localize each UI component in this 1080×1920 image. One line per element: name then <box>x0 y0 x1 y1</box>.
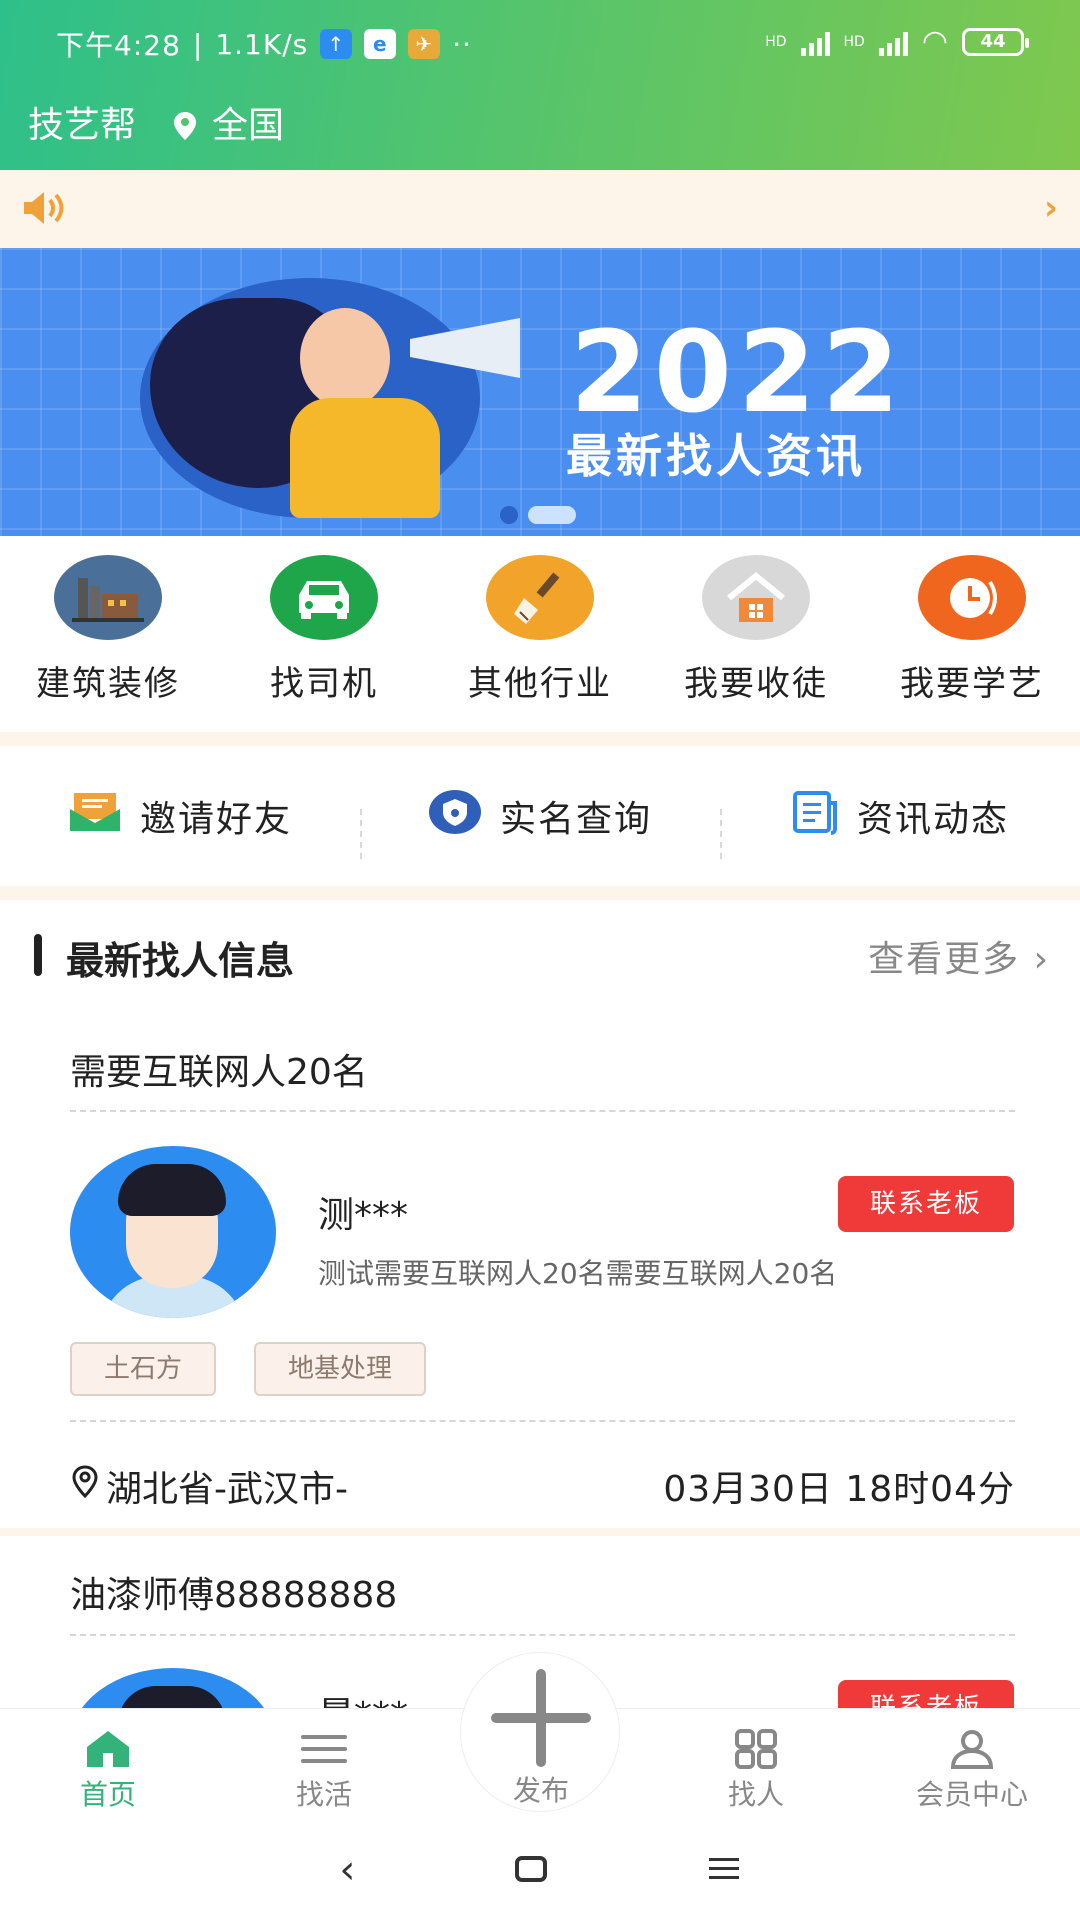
app-title: 技艺帮 <box>28 105 137 146</box>
category-driver[interactable]: 找司机 <box>216 555 432 705</box>
section-title: 最新找人信息 <box>66 939 295 983</box>
banner-pager <box>500 506 576 524</box>
nav-find-work[interactable]: 找活 <box>216 1709 432 1820</box>
avatar <box>70 1146 276 1318</box>
divider <box>70 1420 1015 1422</box>
job-title[interactable]: 需要互联网人20名 <box>70 1043 368 1095</box>
job-date: 03月30日 18时04分 <box>663 1469 1015 1510</box>
category-apprentice[interactable]: 我要收徒 <box>648 555 864 705</box>
category-other[interactable]: 其他行业 <box>432 555 648 705</box>
banner-figure-head <box>300 308 390 408</box>
divider <box>70 1634 1015 1636</box>
news-link[interactable]: 资讯动态 <box>720 789 1080 859</box>
plane-icon: ✈ <box>408 29 441 59</box>
battery-icon: 44 <box>962 27 1029 56</box>
chevron-right-icon[interactable]: › <box>1044 188 1058 228</box>
category-grid: 建筑装修 找司机 其他行业 我要收徒 我要学艺 <box>0 555 1080 705</box>
category-label: 找司机 <box>270 664 378 704</box>
user-icon <box>947 1729 997 1769</box>
app-screen: 下午4:28 | 1.1K/s ↑ e ✈ ·· HD HD ◠ 44 技艺帮 <box>0 0 1080 1920</box>
realname-query-link[interactable]: 实名查询 <box>360 789 720 859</box>
speaker-icon <box>22 190 68 230</box>
publish-button[interactable]: 发布 <box>460 1652 620 1812</box>
invite-friends-link[interactable]: 邀请好友 <box>0 790 360 842</box>
banner-subtitle: 最新找人资讯 <box>566 429 866 483</box>
grid-icon <box>731 1729 781 1769</box>
divider <box>0 886 1080 900</box>
menu-icon[interactable] <box>707 1847 741 1893</box>
pager-dot-active[interactable] <box>528 506 576 524</box>
quick-link-label: 实名查询 <box>499 799 652 840</box>
job-tag: 土石方 <box>70 1342 217 1396</box>
section-header: 最新找人信息 查看更多 › <box>30 928 1050 983</box>
divider <box>70 1110 1015 1112</box>
hd-label-2: HD <box>843 33 865 50</box>
location-label: 全国 <box>212 105 285 146</box>
system-nav-bar: ‹ <box>0 1820 1080 1920</box>
category-label: 建筑装修 <box>36 664 180 704</box>
network-speed: 1.1K/s <box>215 27 309 61</box>
more-dots-icon: ·· <box>452 27 473 61</box>
location-pin-icon <box>70 1464 100 1508</box>
category-label: 其他行业 <box>468 664 612 704</box>
car-icon <box>270 555 378 640</box>
location-pin-icon <box>172 109 198 140</box>
mail-icon <box>68 791 122 842</box>
category-label: 我要收徒 <box>684 664 828 704</box>
quick-link-label: 邀请好友 <box>139 799 292 840</box>
quick-links: 邀请好友 实名查询 资讯动态 <box>0 750 1080 882</box>
home-icon <box>83 1729 133 1769</box>
nav-home[interactable]: 首页 <box>0 1709 216 1820</box>
clock-icon <box>918 555 1026 640</box>
back-icon[interactable]: ‹ <box>339 1847 355 1893</box>
section-marker <box>34 934 42 976</box>
job-description: 测试需要互联网人20名需要互联网人20名 <box>318 1257 838 1290</box>
divider <box>0 1528 1080 1536</box>
home-square-icon[interactable] <box>514 1847 548 1893</box>
factory-icon <box>54 555 162 640</box>
promo-banner[interactable]: 2022 最新找人资讯 <box>0 248 1080 536</box>
notice-bar[interactable]: › <box>0 170 1080 248</box>
pager-dot[interactable] <box>500 506 518 524</box>
browser-icon: e <box>364 29 397 59</box>
brush-icon <box>486 555 594 640</box>
status-time: 下午4:28 <box>56 29 181 62</box>
status-bar: 下午4:28 | 1.1K/s ↑ e ✈ ·· HD HD ◠ 44 <box>0 20 1080 64</box>
nav-member-center[interactable]: 会员中心 <box>864 1709 1080 1820</box>
shield-icon <box>428 789 482 844</box>
signal-icon <box>800 28 830 56</box>
category-label: 我要学艺 <box>900 664 1044 704</box>
job-title[interactable]: 油漆师傅88888888 <box>70 1566 397 1618</box>
header: 下午4:28 | 1.1K/s ↑ e ✈ ·· HD HD ◠ 44 技艺帮 <box>0 0 1080 170</box>
upload-icon: ↑ <box>320 29 353 59</box>
document-icon <box>791 789 839 844</box>
publish-label: 发布 <box>512 1774 569 1807</box>
job-location: 湖北省-武汉市- <box>106 1469 348 1510</box>
banner-year: 2022 <box>570 308 906 438</box>
quick-link-label: 资讯动态 <box>856 799 1009 840</box>
category-building[interactable]: 建筑装修 <box>0 555 216 705</box>
nav-find-people[interactable]: 找人 <box>648 1709 864 1820</box>
job-meta: 湖北省-武汉市- 03月30日 18时04分 <box>70 1460 1015 1510</box>
wifi-icon: ◠ <box>921 24 948 59</box>
signal-icon-2 <box>878 28 908 56</box>
banner-figure-body <box>290 398 440 518</box>
hd-label-1: HD <box>765 33 787 50</box>
job-tag: 地基处理 <box>254 1342 427 1396</box>
contact-boss-button[interactable]: 联系老板 <box>838 1176 1014 1232</box>
divider <box>0 732 1080 746</box>
view-more-link[interactable]: 查看更多 › <box>868 930 1050 982</box>
title-bar: 技艺帮 全国 <box>28 96 284 148</box>
location-selector[interactable]: 全国 <box>172 96 284 148</box>
list-icon <box>299 1729 349 1769</box>
house-icon <box>702 555 810 640</box>
poster-name: 测*** <box>318 1195 409 1236</box>
category-learn[interactable]: 我要学艺 <box>864 555 1080 705</box>
